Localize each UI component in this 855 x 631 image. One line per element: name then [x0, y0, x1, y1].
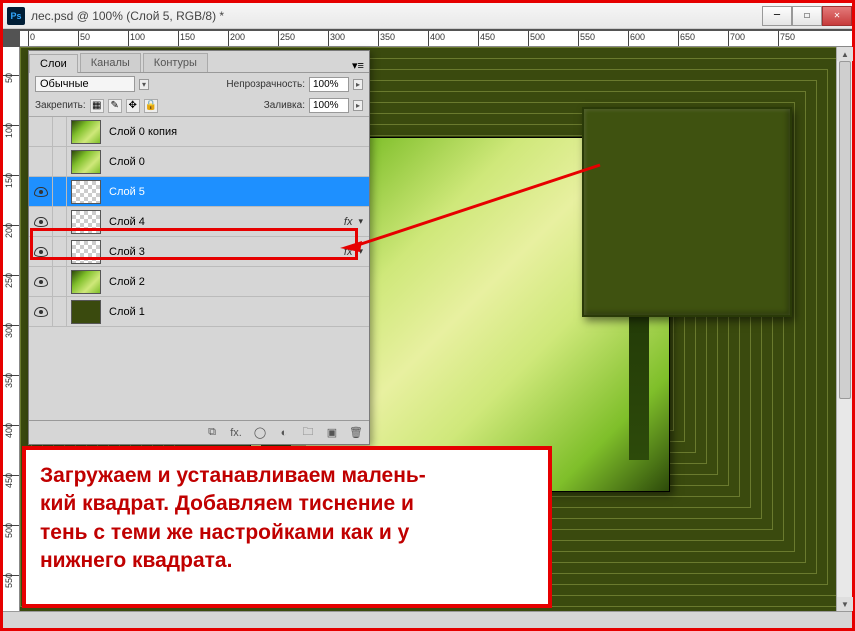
blend-mode-select[interactable]: Обычные: [35, 76, 135, 92]
opacity-input[interactable]: 100%: [309, 77, 349, 92]
lock-all-icon[interactable]: 🔒: [144, 99, 158, 113]
lock-row: Закрепить: ▦ ✎ ✥ 🔒 Заливка: 100% ▸: [29, 95, 369, 116]
layer-thumbnail[interactable]: [71, 300, 101, 324]
eye-icon: [34, 277, 48, 287]
layer-name[interactable]: Слой 2: [105, 276, 369, 288]
layer-list: Слой 0 копияСлой 0Слой 5Слой 4fx▾Слой 3f…: [29, 116, 369, 420]
scroll-thumb[interactable]: [839, 61, 851, 399]
link-col: [53, 117, 67, 146]
blend-mode-arrow[interactable]: ▾: [139, 79, 149, 90]
scroll-down-arrow[interactable]: ▼: [837, 597, 853, 611]
lock-label: Закрепить:: [35, 100, 86, 111]
new-layer-icon[interactable]: ▣: [323, 425, 341, 441]
canvas-small-square: [582, 107, 792, 317]
lock-transparency-icon[interactable]: ▦: [90, 99, 104, 113]
panel-tabs: Слои Каналы Контуры ▾≡: [29, 51, 369, 73]
layer-name[interactable]: Слой 4: [105, 216, 344, 228]
tutorial-annotation: Загружаем и устанавливаем малень- кий кв…: [22, 446, 552, 608]
tab-paths[interactable]: Контуры: [143, 53, 208, 72]
layer-row[interactable]: Слой 0: [29, 147, 369, 177]
layer-row[interactable]: Слой 4fx ▾: [29, 207, 369, 237]
close-button[interactable]: ✕: [822, 6, 852, 26]
layer-thumbnail[interactable]: [71, 210, 101, 234]
window-title: лес.psd @ 100% (Слой 5, RGB/8) *: [31, 9, 224, 23]
scroll-up-arrow[interactable]: ▲: [837, 47, 853, 61]
eye-icon: [34, 217, 48, 227]
layer-thumbnail[interactable]: [71, 240, 101, 264]
app-icon: Ps: [7, 7, 25, 25]
fx-menu-icon[interactable]: fx.: [227, 425, 245, 441]
window-titlebar: Ps лес.psd @ 100% (Слой 5, RGB/8) * ─ ☐ …: [3, 3, 852, 29]
canvas-scrollbar-vertical[interactable]: ▲ ▼: [836, 47, 852, 611]
layer-thumbnail[interactable]: [71, 180, 101, 204]
tab-channels[interactable]: Каналы: [80, 53, 141, 72]
link-col: [53, 177, 67, 206]
visibility-toggle[interactable]: [29, 207, 53, 236]
visibility-toggle[interactable]: [29, 117, 53, 146]
layer-thumbnail[interactable]: [71, 270, 101, 294]
layer-thumbnail[interactable]: [71, 150, 101, 174]
layer-row[interactable]: Слой 3fx ▾: [29, 237, 369, 267]
blend-row: Обычные ▾ Непрозрачность: 100% ▸: [29, 73, 369, 95]
layer-row[interactable]: Слой 5: [29, 177, 369, 207]
group-icon[interactable]: 🗀: [299, 425, 317, 441]
annotation-text: Загружаем и устанавливаем малень- кий кв…: [40, 462, 534, 575]
mask-icon[interactable]: ◯: [251, 425, 269, 441]
fx-badge[interactable]: fx: [344, 246, 353, 258]
minimize-button[interactable]: ─: [762, 6, 792, 26]
layer-name[interactable]: Слой 1: [105, 306, 369, 318]
layer-thumbnail[interactable]: [71, 120, 101, 144]
link-col: [53, 237, 67, 266]
status-bar: [3, 611, 852, 628]
panel-menu-icon[interactable]: ▾≡: [347, 57, 369, 72]
visibility-toggle[interactable]: [29, 147, 53, 176]
fx-expand-icon[interactable]: ▾: [358, 216, 363, 227]
link-col: [53, 297, 67, 326]
fx-badge[interactable]: fx: [344, 216, 353, 228]
lock-position-icon[interactable]: ✥: [126, 99, 140, 113]
layers-footer: ⧉ fx. ◯ ◐ 🗀 ▣ 🗑: [29, 420, 369, 444]
layer-name[interactable]: Слой 3: [105, 246, 344, 258]
visibility-toggle[interactable]: [29, 237, 53, 266]
layers-panel: Слои Каналы Контуры ▾≡ Обычные ▾ Непрозр…: [28, 50, 370, 445]
link-col: [53, 207, 67, 236]
link-col: [53, 147, 67, 176]
delete-layer-icon[interactable]: 🗑: [347, 425, 365, 441]
fx-expand-icon[interactable]: ▾: [358, 246, 363, 257]
visibility-toggle[interactable]: [29, 297, 53, 326]
layer-name[interactable]: Слой 0: [105, 156, 369, 168]
maximize-button[interactable]: ☐: [792, 6, 822, 26]
layer-row[interactable]: Слой 0 копия: [29, 117, 369, 147]
tab-layers[interactable]: Слои: [29, 54, 78, 73]
eye-icon: [34, 247, 48, 257]
eye-icon: [34, 187, 48, 197]
eye-icon: [34, 307, 48, 317]
fill-arrow[interactable]: ▸: [353, 100, 363, 111]
link-layers-icon[interactable]: ⧉: [203, 425, 221, 441]
opacity-label: Непрозрачность:: [226, 79, 305, 90]
link-col: [53, 267, 67, 296]
visibility-toggle[interactable]: [29, 267, 53, 296]
layer-name[interactable]: Слой 5: [105, 186, 369, 198]
adjustment-icon[interactable]: ◐: [275, 425, 293, 441]
fill-input[interactable]: 100%: [309, 98, 349, 113]
visibility-toggle[interactable]: [29, 177, 53, 206]
window-controls: ─ ☐ ✕: [762, 6, 852, 26]
fill-label: Заливка:: [264, 100, 305, 111]
lock-pixels-icon[interactable]: ✎: [108, 99, 122, 113]
layer-row[interactable]: Слой 2: [29, 267, 369, 297]
layer-name[interactable]: Слой 0 копия: [105, 126, 369, 138]
layer-row[interactable]: Слой 1: [29, 297, 369, 327]
opacity-arrow[interactable]: ▸: [353, 79, 363, 90]
vertical-ruler[interactable]: 50100150200250300350400450500550: [3, 47, 20, 611]
horizontal-ruler[interactable]: 0501001502002503003504004505005506006507…: [20, 31, 852, 47]
